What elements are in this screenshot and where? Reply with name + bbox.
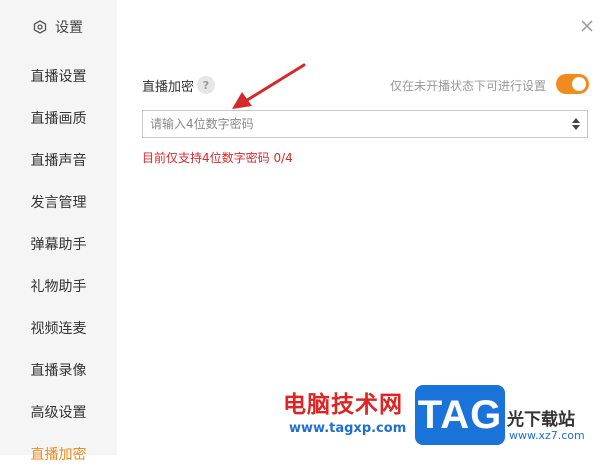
watermark: 电脑技术网 www.tagxp.com TAG 光下载站 www.xz7.com (283, 383, 604, 455)
settings-hexagon-icon (33, 20, 47, 34)
sidebar-title: 设置 (55, 20, 83, 36)
password-field[interactable] (142, 110, 588, 138)
password-input[interactable] (143, 111, 563, 137)
close-icon[interactable] (577, 16, 597, 36)
encryption-toggle[interactable] (556, 74, 589, 94)
sidebar-item-live-quality[interactable]: 直播画质 (0, 97, 117, 139)
sidebar-item-live-settings[interactable]: 直播设置 (0, 55, 117, 97)
watermark-url: www.tagxp.com (289, 421, 407, 436)
sidebar-item-danmaku-assistant[interactable]: 弹幕助手 (0, 223, 117, 265)
offline-only-hint: 仅在未开播状态下可进行设置 (389, 79, 546, 93)
toggle-knob (572, 77, 586, 91)
watermark-site-name: 光下载站 (507, 410, 575, 430)
password-error-text: 目前仅支持4位数字密码 0/4 (142, 151, 293, 165)
watermark-tag-logo: TAG (415, 385, 505, 445)
help-question-icon[interactable]: ? (197, 76, 215, 94)
sidebar-item-video-link[interactable]: 视频连麦 (0, 307, 117, 349)
sidebar-item-live-recording[interactable]: 直播录像 (0, 349, 117, 391)
settings-sidebar: 设置 直播设置 直播画质 直播声音 发言管理 弹幕助手 礼物助手 视频连麦 直播… (0, 0, 117, 463)
watermark-cn-text: 电脑技术网 (283, 392, 403, 418)
sidebar-item-live-audio[interactable]: 直播声音 (0, 139, 117, 181)
sidebar-header: 设置 (33, 15, 83, 39)
sidebar-item-gift-assistant[interactable]: 礼物助手 (0, 265, 117, 307)
encryption-title: 直播加密 (142, 80, 195, 95)
sidebar-item-live-encryption[interactable]: 直播加密 (0, 433, 117, 475)
sidebar-item-advanced-settings[interactable]: 高级设置 (0, 391, 117, 433)
sidebar-item-speech-management[interactable]: 发言管理 (0, 181, 117, 223)
watermark-site-url: www.xz7.com (509, 429, 585, 442)
red-arrow-annotation (232, 63, 306, 109)
up-down-stepper-icon[interactable] (571, 116, 581, 132)
